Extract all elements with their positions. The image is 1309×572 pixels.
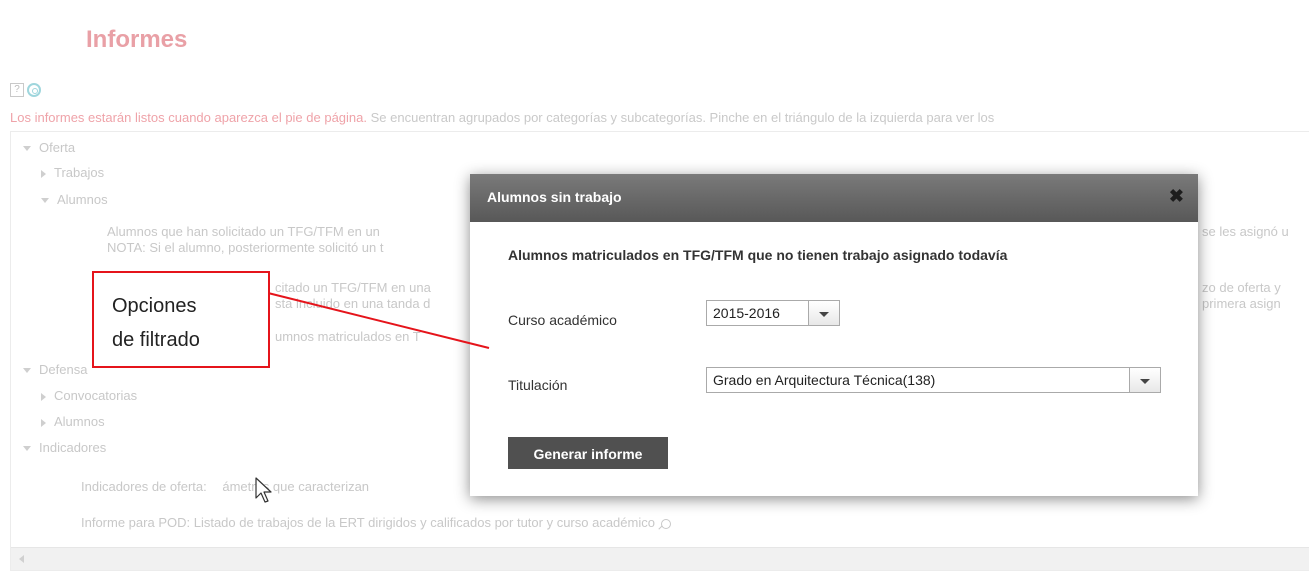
callout-connector	[267, 292, 490, 349]
page: Informes ? Los informes estarán listos c…	[0, 0, 1309, 572]
annotation-callout: Opciones de filtrado	[92, 271, 270, 368]
annotation-line: de filtrado	[112, 329, 200, 351]
annotation-text: Opciones de filtrado	[112, 289, 262, 357]
annotation-line: Opciones	[112, 295, 197, 317]
